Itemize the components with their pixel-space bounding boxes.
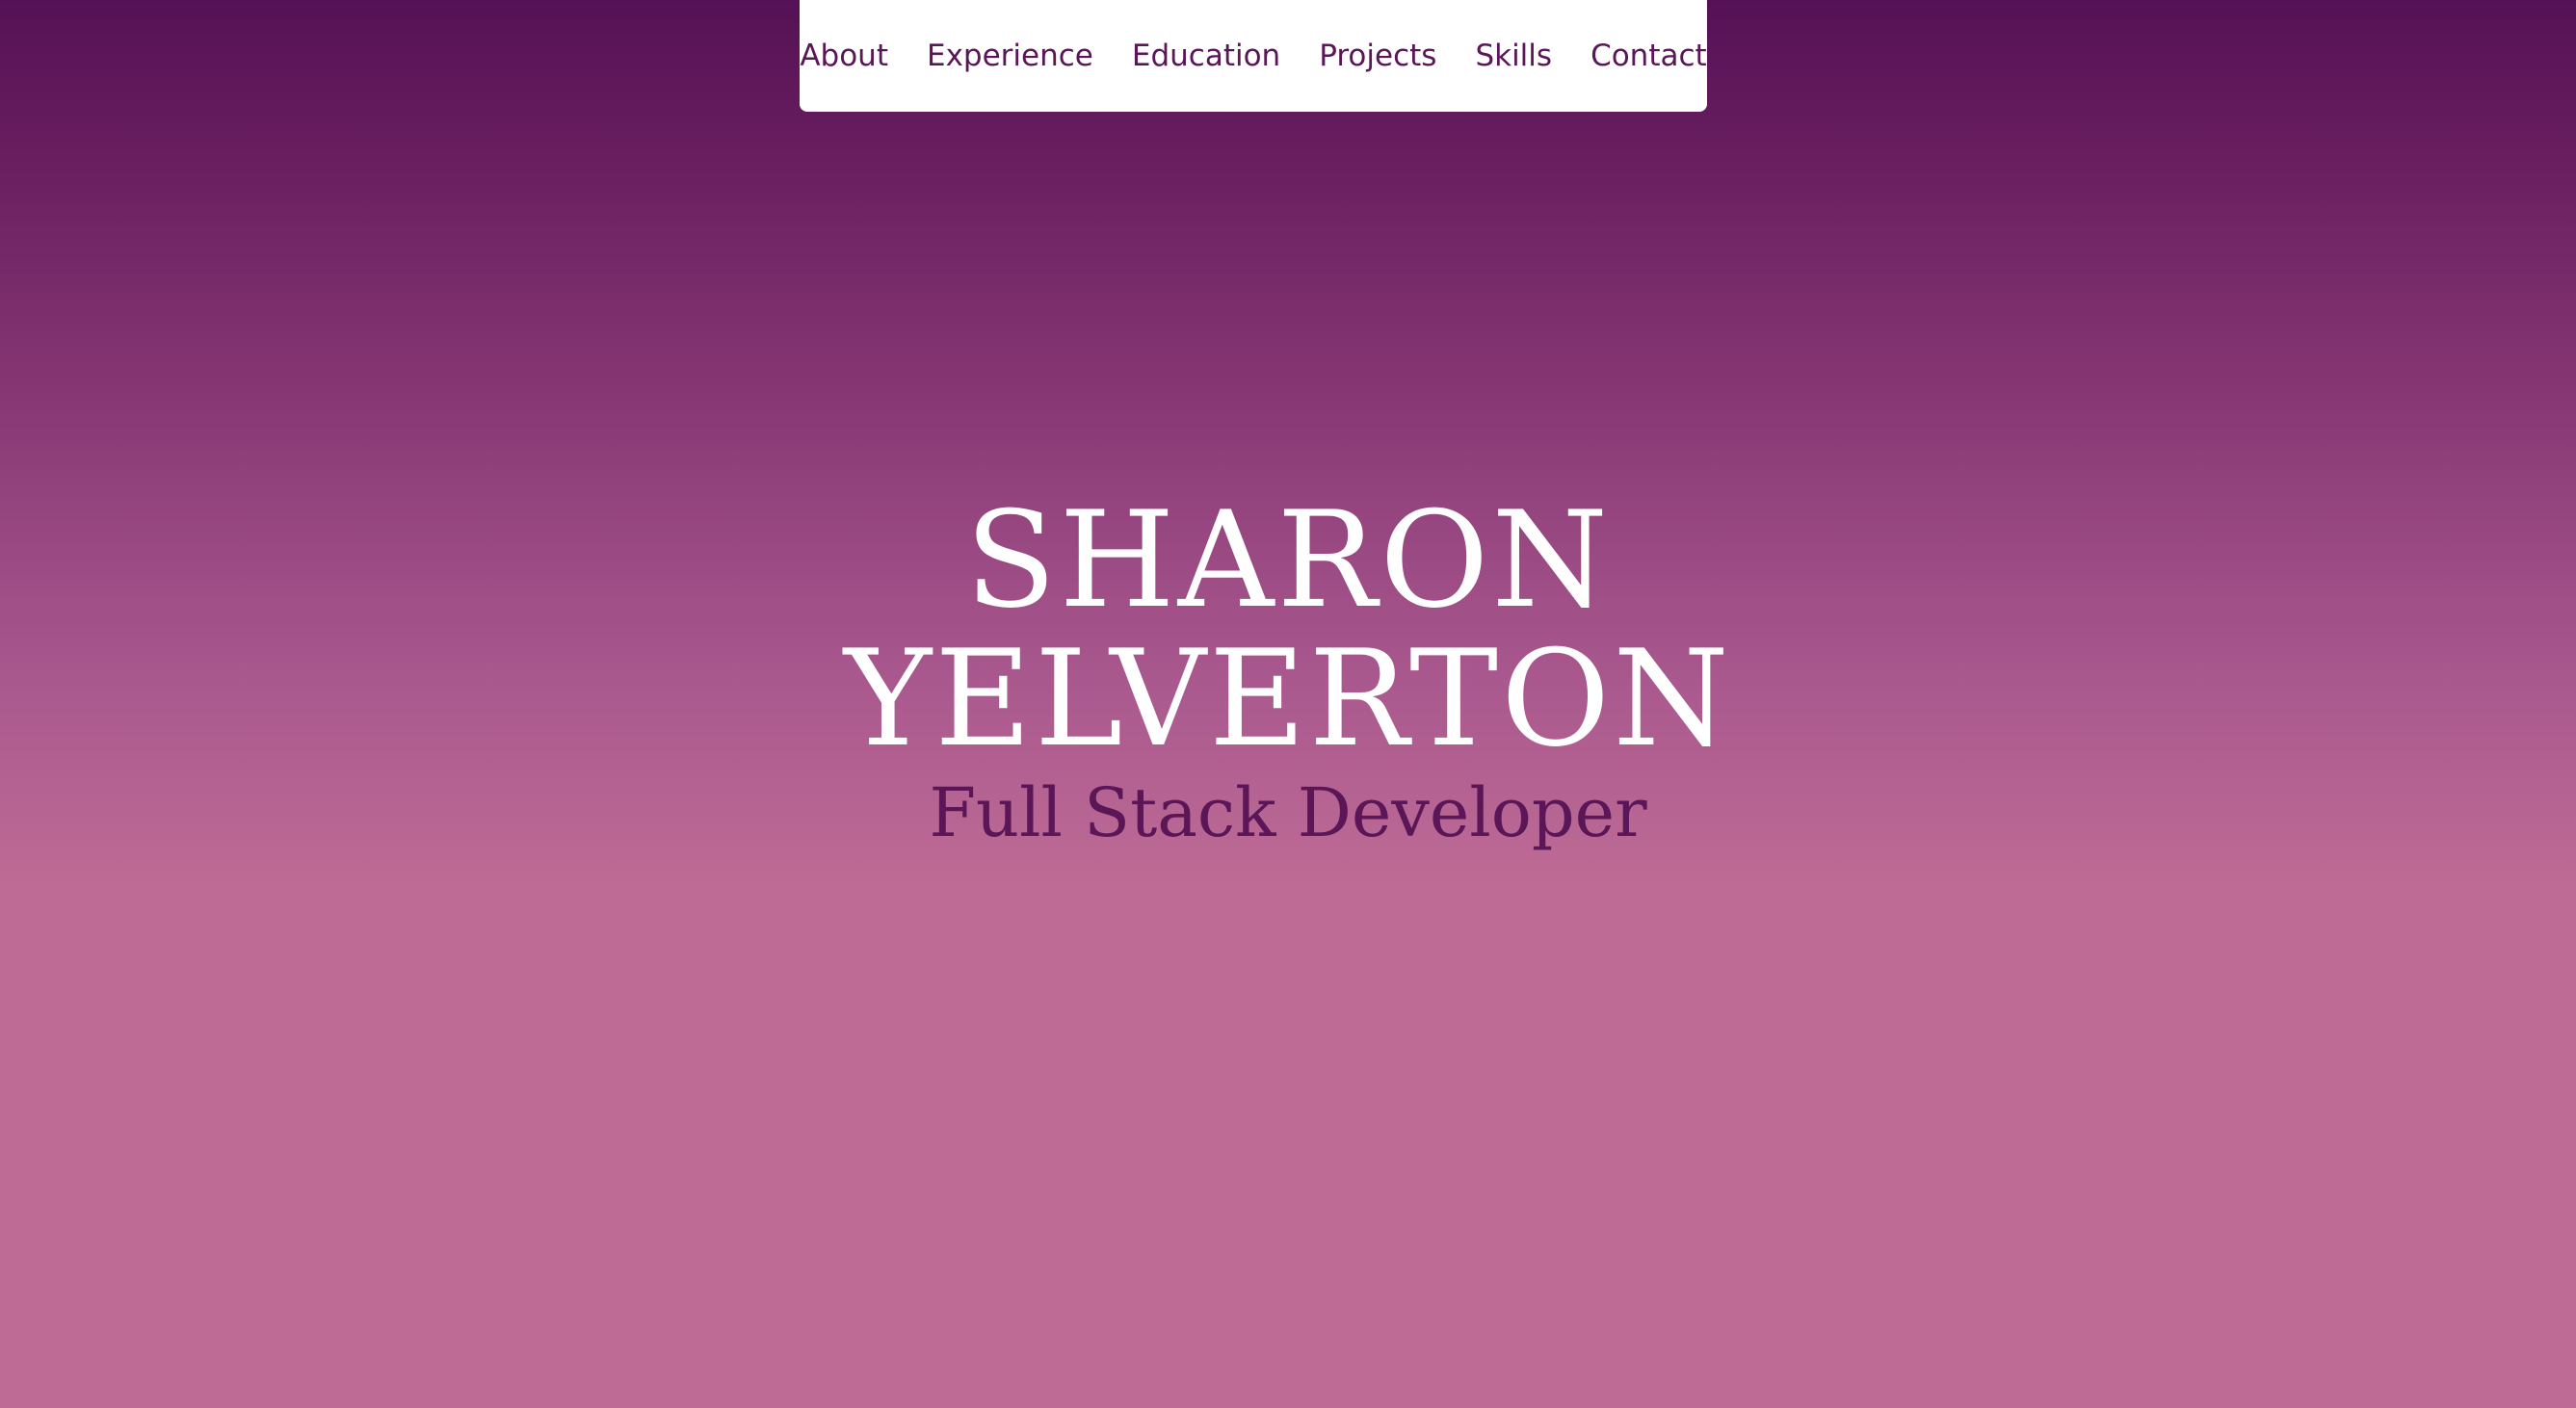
nav-link-experience[interactable]: Experience [907,40,1113,71]
nav-link-contact[interactable]: Contact [1571,40,1726,71]
hero-section: SHARON YELVERTON Full Stack Developer [0,491,2576,852]
nav-link-education[interactable]: Education [1113,40,1300,71]
hero-name: SHARON YELVERTON [0,491,2576,769]
nav-link-skills[interactable]: Skills [1456,40,1571,71]
nav-link-about[interactable]: About [780,40,907,71]
hero-name-last: YELVERTON [844,621,1732,776]
nav-link-projects[interactable]: Projects [1300,40,1456,71]
hero-name-first: SHARON [964,482,1612,638]
top-navigation: About Experience Education Projects Skil… [800,0,1707,112]
hero-subtitle: Full Stack Developer [929,773,1647,852]
